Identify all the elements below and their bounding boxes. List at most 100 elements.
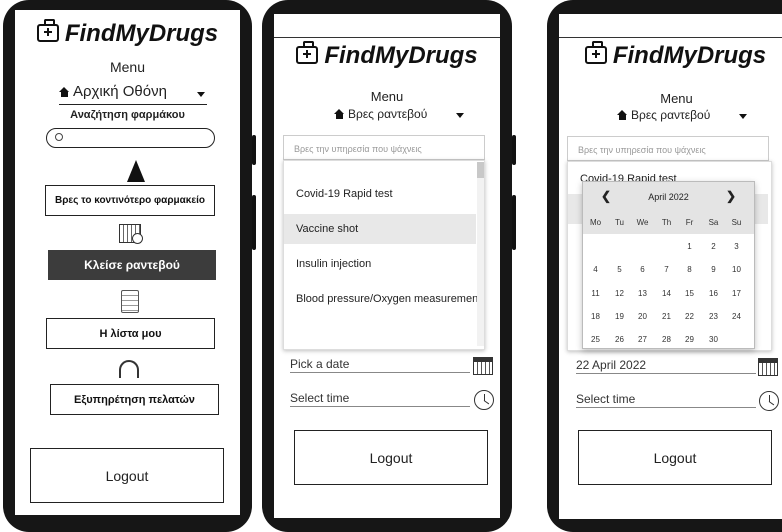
screen-1: FindMyDrugs Menu Αρχική Οθόνη Αναζήτηση …	[15, 10, 240, 515]
calendar-day[interactable]: 15	[678, 289, 701, 298]
weekday-label: Su	[731, 218, 742, 227]
logout-button[interactable]: Logout	[30, 448, 224, 503]
clock-icon[interactable]	[474, 390, 494, 410]
calendar-day[interactable]: 26	[608, 335, 631, 344]
calendar-day[interactable]: 27	[631, 335, 654, 344]
list-item[interactable]: Insulin injection	[284, 249, 476, 279]
navigation-arrow-icon	[127, 160, 145, 182]
screen-2: FindMyDrugs Menu Βρες ραντεβού Βρες την …	[274, 14, 500, 518]
medkit-icon	[36, 19, 59, 42]
search-title: Αναζήτηση φαρμάκου	[70, 109, 185, 121]
calendar-day[interactable]: 22	[678, 312, 701, 321]
calendar-day[interactable]: 12	[608, 289, 631, 298]
phone-3: FindMyDrugs Menu Βρες ραντεβού Βρες την …	[547, 0, 782, 532]
calendar-day[interactable]: 7	[655, 265, 678, 274]
brand-title: FindMyDrugs	[274, 41, 500, 70]
calendar-day[interactable]: 24	[725, 312, 748, 321]
calendar-day[interactable]: 13	[631, 289, 654, 298]
calendar-weekdays: Mo Tu We Th Fr Sa Su	[583, 212, 754, 234]
weekday-label: Tu	[614, 218, 625, 227]
phone-1: FindMyDrugs Menu Αρχική Οθόνη Αναζήτηση …	[3, 0, 256, 532]
next-month-button[interactable]: ❯	[726, 189, 736, 203]
chevron-down-icon	[739, 114, 747, 119]
calendar-day[interactable]: 6	[631, 265, 654, 274]
calendar-day[interactable]: 19	[608, 312, 631, 321]
menu-select[interactable]: Βρες ραντεβού	[617, 108, 747, 124]
date-picker-field[interactable]: 22 April 2022	[576, 358, 756, 374]
customer-service-button[interactable]: Εξυπηρέτηση πελατών	[50, 384, 219, 415]
brand-title: FindMyDrugs	[559, 41, 782, 70]
list-item[interactable]: Vaccine shot	[284, 214, 476, 244]
calendar-day[interactable]: 3	[725, 242, 748, 251]
prev-month-button[interactable]: ❮	[601, 189, 611, 203]
calendar-day[interactable]: 1	[678, 242, 701, 251]
calendar-day[interactable]: 9	[702, 265, 725, 274]
scrollbar-thumb[interactable]	[477, 162, 484, 178]
calendar-day[interactable]: 10	[725, 265, 748, 274]
menu-label: Menu	[370, 89, 404, 104]
calendar-day[interactable]: 28	[655, 335, 678, 344]
calendar-day[interactable]: 18	[584, 312, 607, 321]
calendar-header: ❮ April 2022 ❯	[583, 182, 754, 212]
chevron-down-icon	[456, 113, 464, 118]
list-item[interactable]: Covid-19 Rapid test	[284, 179, 476, 209]
search-icon	[55, 133, 63, 141]
calendar-icon[interactable]	[473, 357, 493, 375]
date-picker-calendar: ❮ April 2022 ❯ Mo Tu We Th Fr Sa Su 1234567891…	[582, 181, 755, 349]
weekday-label: We	[636, 218, 649, 227]
calendar-day[interactable]: 16	[702, 289, 725, 298]
calendar-day[interactable]: 4	[584, 265, 607, 274]
calendar-day[interactable]: 2	[702, 242, 725, 251]
clipboard-icon	[121, 290, 139, 313]
my-list-button[interactable]: Η λίστα μου	[46, 318, 215, 349]
logout-button[interactable]: Logout	[578, 430, 772, 485]
calendar-icon[interactable]	[758, 358, 778, 376]
home-icon	[59, 87, 70, 97]
weekday-label: Mo	[589, 218, 602, 227]
side-button	[512, 135, 516, 165]
headset-icon	[119, 360, 139, 378]
book-appointment-button[interactable]: Κλείσε ραντεβού	[48, 250, 216, 280]
screen-3: FindMyDrugs Menu Βρες ραντεβού Βρες την …	[559, 14, 782, 519]
calendar-day[interactable]: 14	[655, 289, 678, 298]
menu-label: Menu	[109, 59, 146, 75]
calendar-month-label: April 2022	[648, 192, 689, 202]
list-item[interactable]: Blood pressure/Oxygen measurement	[284, 284, 481, 314]
chevron-down-icon	[197, 92, 205, 97]
time-picker-field[interactable]: Select time	[576, 392, 756, 408]
side-button	[252, 135, 256, 165]
scrollbar-track[interactable]	[477, 162, 484, 346]
calendar-day[interactable]: 5	[608, 265, 631, 274]
calendar-day[interactable]: 8	[678, 265, 701, 274]
menu-label: Menu	[660, 91, 693, 106]
medkit-icon	[296, 41, 319, 64]
date-picker-field[interactable]: Pick a date	[290, 357, 470, 373]
calendar-day[interactable]: 25	[584, 335, 607, 344]
home-icon	[334, 109, 345, 119]
service-search-input[interactable]: Βρες την υπηρεσία που ψάχνεις	[567, 136, 769, 161]
menu-select[interactable]: Βρες ραντεβού	[334, 107, 464, 123]
weekday-label: Th	[661, 218, 672, 227]
calendar-day[interactable]: 21	[655, 312, 678, 321]
logout-button[interactable]: Logout	[294, 430, 488, 485]
top-divider	[274, 37, 500, 38]
time-picker-field[interactable]: Select time	[290, 391, 470, 407]
calendar-day[interactable]: 17	[725, 289, 748, 298]
menu-select[interactable]: Αρχική Οθόνη	[59, 83, 207, 105]
top-divider	[559, 37, 782, 38]
calendar-day[interactable]: 29	[678, 335, 701, 344]
home-icon	[617, 110, 628, 120]
service-dropdown: Covid-19 Rapid test Vaccine shot Insulin i…	[283, 160, 485, 350]
calendar-day[interactable]: 11	[584, 289, 607, 298]
calendar-day[interactable]: 23	[702, 312, 725, 321]
calendar-day[interactable]: 30	[702, 335, 725, 344]
clock-icon[interactable]	[759, 391, 779, 411]
side-button	[252, 195, 256, 250]
weekday-label: Fr	[685, 218, 694, 227]
phone-2: FindMyDrugs Menu Βρες ραντεβού Βρες την …	[262, 0, 516, 532]
search-input[interactable]	[46, 128, 215, 148]
nearest-pharmacy-button[interactable]: Βρες το κοντινότερο φαρμακείο	[45, 185, 215, 216]
brand-title: FindMyDrugs	[15, 19, 240, 48]
calendar-day[interactable]: 20	[631, 312, 654, 321]
service-search-input[interactable]: Βρες την υπηρεσία που ψάχνεις	[283, 135, 485, 160]
